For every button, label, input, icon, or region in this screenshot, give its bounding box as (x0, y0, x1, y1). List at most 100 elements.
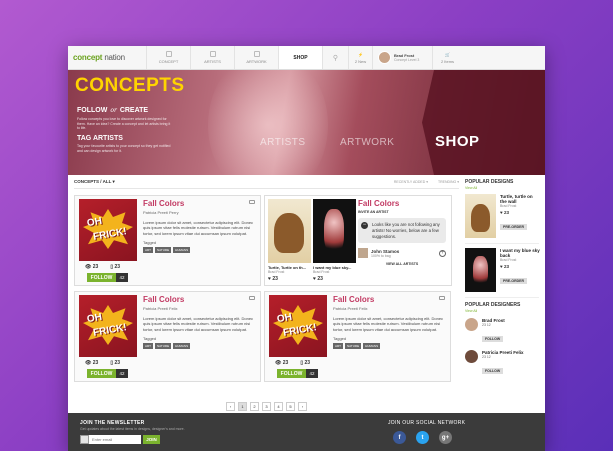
nav-artists[interactable]: ARTISTS (190, 46, 234, 69)
or-word: or (110, 107, 117, 114)
follow-button[interactable]: FOLLOW 42 (87, 369, 128, 378)
join-button[interactable]: JOIN (143, 435, 160, 444)
figure-shape (324, 209, 344, 254)
like-stat[interactable]: ♥ 23 (268, 276, 278, 282)
design-image[interactable] (465, 194, 496, 238)
prev-page-button[interactable]: ‹ (226, 402, 235, 411)
concepts-filter[interactable]: CONCEPTS / ALL ▾ (74, 179, 115, 185)
google-plus-icon[interactable]: g+ (439, 431, 452, 444)
sort-trending[interactable]: TRENDING ▾ (438, 180, 459, 184)
pre-order-button[interactable]: PRE-ORDER (500, 278, 528, 284)
avatar[interactable] (465, 318, 478, 331)
nav-concept[interactable]: CONCEPT (146, 46, 190, 69)
designer-item: Brad Frost 23 12 FOLLOW (465, 318, 539, 345)
card-title[interactable]: Fall Colors (358, 199, 446, 208)
artwork-turtle[interactable] (268, 199, 311, 263)
sort-recent-label: RECENTLY ADDED (393, 179, 426, 184)
tag[interactable]: ART (333, 343, 343, 350)
page-button[interactable]: 1 (238, 402, 247, 411)
card-title[interactable]: Fall Colors (143, 199, 255, 208)
news-button[interactable]: ⚡ 2 New (348, 46, 372, 69)
tag[interactable]: ART (143, 247, 153, 254)
tag[interactable]: NATURE (344, 343, 362, 350)
design-artist: Brad Frost (500, 204, 517, 208)
footer: JOIN THE NEWSLETTER Get updates about th… (68, 413, 545, 451)
user-menu[interactable]: Brad Frost Concept Level 3 (372, 46, 432, 69)
follow-label: FOLLOW (87, 273, 116, 282)
brush-icon (209, 51, 216, 57)
card-artist[interactable]: Patricia Preeti Felix (333, 306, 445, 311)
page-button[interactable]: 5 (286, 402, 295, 411)
concept-artwork[interactable]: OH FRICK! (79, 295, 137, 357)
design-title[interactable]: Turtle, turtle on the wall (500, 194, 540, 204)
sort-recent[interactable]: RECENTLY ADDED ▾ (394, 180, 428, 184)
news-label: 2 New (354, 58, 367, 64)
artwork-blue-sky[interactable] (313, 199, 356, 263)
concept-artwork[interactable]: OH FRICK! (79, 199, 137, 261)
cart-button[interactable]: 🛒 2 Items (432, 46, 462, 69)
design-likes-count: 23 (503, 210, 509, 215)
nav-shop-label: SHOP (293, 54, 308, 61)
next-page-button[interactable]: › (298, 402, 307, 411)
card-artist[interactable]: Patricia Preeti Felix (143, 306, 255, 311)
hero-tab-artwork[interactable]: ARTWORK (340, 137, 394, 148)
concept-card[interactable]: OH FRICK! 👁 23 ▯ 23 FOLLOW 42 Fall Colors P… (74, 195, 261, 286)
pre-order-button[interactable]: PRE-ORDER (500, 224, 528, 230)
page-button[interactable]: 3 (262, 402, 271, 411)
card-stats: 👁 23 ▯ 23 (85, 264, 120, 270)
card-artist[interactable]: Patricia Preeti Perry (143, 210, 255, 215)
avatar[interactable] (465, 350, 478, 363)
design-image[interactable] (465, 248, 496, 292)
likes-count: 23 (272, 276, 278, 282)
tag[interactable]: HUMANS (363, 343, 381, 350)
designer-stats: 23 12 (482, 323, 491, 327)
email-field[interactable] (89, 435, 141, 444)
card-body: Fall Colors Patricia Preeti Perry Lorem … (143, 199, 255, 254)
hero-tab-shop[interactable]: SHOP (435, 133, 480, 150)
hero-tab-artists[interactable]: ARTISTS (260, 137, 306, 148)
twitter-icon[interactable]: t (416, 431, 429, 444)
message-icon[interactable] (439, 296, 445, 300)
concept-artwork[interactable]: OH FRICK! (269, 295, 327, 357)
card-title[interactable]: Fall Colors (333, 295, 445, 304)
add-artist-icon[interactable]: + (439, 249, 446, 257)
page-button[interactable]: 2 (250, 402, 259, 411)
nav-artwork[interactable]: ARTWORK (234, 46, 278, 69)
facebook-icon[interactable]: f (393, 431, 406, 444)
message-icon[interactable] (249, 200, 255, 204)
nav-shop[interactable]: SHOP (278, 46, 322, 69)
tag[interactable]: NATURE (154, 247, 172, 254)
card-title[interactable]: Fall Colors (143, 295, 255, 304)
message-icon[interactable] (249, 296, 255, 300)
tag[interactable]: ART (143, 343, 153, 350)
tag[interactable]: HUMANS (173, 343, 191, 350)
logo[interactable]: concept nation (68, 53, 146, 62)
designer-stats: 23 12 (482, 355, 491, 359)
tag[interactable]: NATURE (154, 343, 172, 350)
search-button[interactable]: ⚲ (322, 46, 348, 69)
follow-button[interactable]: FOLLOW 42 (277, 369, 318, 378)
like-stat[interactable]: ♥ 23 (313, 276, 323, 282)
suggestion-bubble: − Looks like you are not following any ar… (358, 218, 446, 244)
email-icon (80, 435, 89, 444)
artist-avatar (358, 248, 368, 259)
minus-icon[interactable]: − (361, 222, 368, 229)
follow-designer-button[interactable]: FOLLOW (482, 368, 504, 374)
follow-button[interactable]: FOLLOW 42 (87, 273, 128, 282)
hero-shop-panel (422, 70, 545, 175)
view-all-designers-link[interactable]: View All (465, 309, 539, 313)
social-heading: JOIN OUR SOCIAL NETWORK (388, 420, 466, 426)
design-likes: ♥ 23 (500, 210, 509, 215)
view-all-designs-link[interactable]: View All (465, 186, 539, 190)
design-title[interactable]: I want my blue sky back (500, 248, 540, 258)
page-button[interactable]: 4 (274, 402, 283, 411)
app-window: concept nation CONCEPT ARTISTS ARTWORK S… (68, 46, 545, 451)
concept-card[interactable]: OH FRICK! 👁 23 ▯ 23 FOLLOW 42 Fall Colors P… (74, 291, 261, 382)
follow-designer-button[interactable]: FOLLOW (482, 336, 504, 342)
tag[interactable]: HUMANS (173, 247, 191, 254)
concept-card[interactable]: OH FRICK! 👁 23 ▯ 23 FOLLOW 42 Fall Colors P… (264, 291, 451, 382)
tortoise-shape (274, 213, 304, 253)
main-nav: CONCEPT ARTISTS ARTWORK SHOP (146, 46, 322, 69)
view-all-artists-link[interactable]: VIEW ALL ARTISTS (358, 262, 446, 266)
designer-item: Patricia Preeti Felix 23 12 FOLLOW (465, 350, 539, 377)
